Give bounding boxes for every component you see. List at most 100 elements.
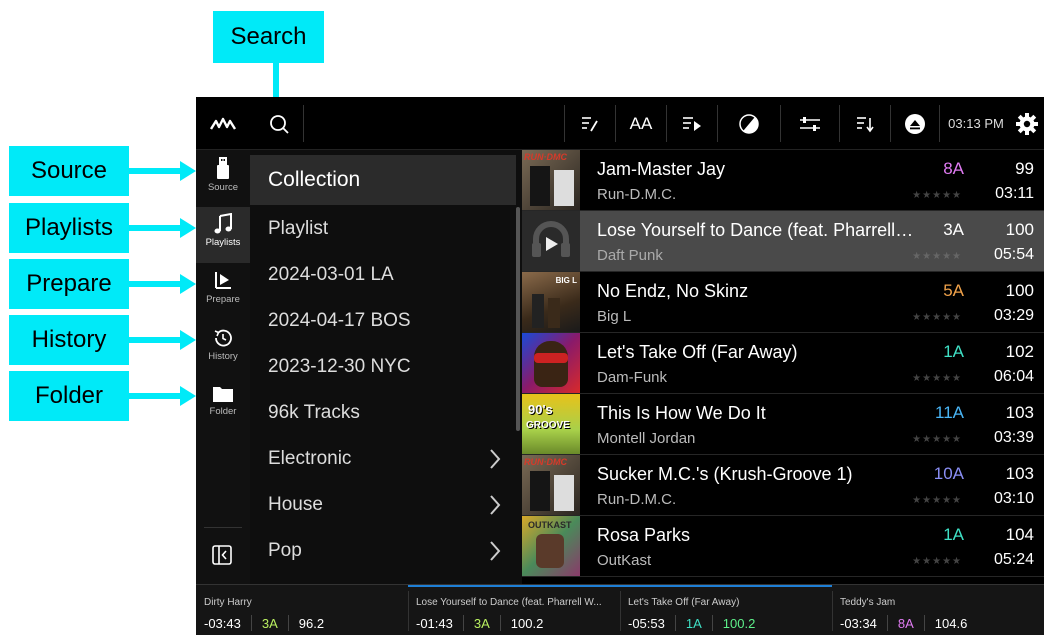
deck-track-name: Dirty Harry: [204, 597, 252, 608]
playlists-callout-arrow: [129, 225, 181, 231]
sidebar-item-source[interactable]: Source: [196, 150, 250, 206]
top-bar-divider: [939, 105, 940, 142]
gear-icon[interactable]: [1010, 97, 1044, 150]
deck-key: 3A: [473, 615, 490, 631]
list-item[interactable]: House: [250, 482, 516, 528]
top-bar-divider: [666, 105, 667, 142]
track-duration: 05:54: [993, 246, 1034, 263]
clock-time: 03:13 PM: [948, 116, 1004, 131]
track-duration: 05:24: [993, 551, 1034, 568]
sidebar-item-label: History: [208, 351, 238, 362]
track-rating[interactable]: ★★★★★: [912, 434, 962, 445]
list-item-collection[interactable]: Collection: [250, 155, 516, 205]
list-item[interactable]: 2023-12-30 NYC: [250, 344, 516, 390]
track-row[interactable]: OUTKAST Rosa Parks OutKast 1A ★★★★★ 104 …: [522, 516, 1044, 577]
play-queue-icon[interactable]: [670, 97, 714, 150]
track-rating[interactable]: ★★★★★: [912, 190, 962, 201]
font-size-button[interactable]: AA: [619, 97, 663, 150]
track-rating[interactable]: ★★★★★: [912, 556, 962, 567]
deck-time: -03:43: [204, 615, 241, 631]
list-item[interactable]: 2024-03-01 LA: [250, 252, 516, 298]
deck-3[interactable]: Let's Take Off (Far Away) -05:53 1A 100.…: [620, 585, 832, 635]
deck-divider: [674, 615, 676, 631]
sidebar-item-playlists[interactable]: Playlists: [196, 207, 250, 263]
album-art: OUTKAST: [522, 516, 580, 576]
list-scrollbar[interactable]: [516, 207, 520, 431]
deck-key: 3A: [261, 615, 278, 631]
album-art: RUN·DMC: [522, 150, 580, 210]
deck-divider: [462, 615, 464, 631]
collapse-panel-icon[interactable]: [211, 544, 235, 568]
top-bar: AA 03:13 PM: [196, 97, 1044, 150]
deck-track-name: Teddy's Jam: [840, 597, 896, 608]
track-row[interactable]: Lose Yourself to Dance (feat. Pharrell W…: [522, 211, 1044, 272]
folder-callout-arrowhead: [180, 386, 196, 406]
deck-info-row: -03:34 8A 104.6: [840, 615, 967, 631]
track-key: 10A: [933, 464, 964, 483]
eject-icon[interactable]: [894, 97, 936, 150]
list-item[interactable]: Playlist: [250, 206, 516, 252]
track-artist: Montell Jordan: [597, 430, 696, 447]
deck-bpm: 100.2: [510, 615, 544, 631]
playlists-callout-arrowhead: [180, 218, 196, 238]
track-bpm: 102: [1005, 342, 1034, 361]
deck-bpm: 100.2: [722, 615, 756, 631]
sliders-icon[interactable]: [784, 97, 836, 150]
track-duration: 03:11: [995, 185, 1034, 202]
color-filter-icon[interactable]: [721, 97, 777, 150]
sidebar-divider: [204, 527, 242, 528]
deck-track-name: Let's Take Off (Far Away): [628, 597, 740, 608]
sidebar-item-folder[interactable]: Folder: [196, 378, 250, 434]
deck-info-row: -01:43 3A 100.2: [416, 615, 543, 631]
sidebar: Source Playlists Prepare History Folder: [196, 150, 250, 584]
deck-divider: [886, 615, 888, 631]
track-artist: Big L: [597, 308, 632, 325]
track-row[interactable]: 90's GROOVE This Is How We Do It Montell…: [522, 394, 1044, 455]
deck-info-row: -05:53 1A 100.2: [628, 615, 755, 631]
track-row[interactable]: RUN·DMC Jam-Master Jay Run-D.M.C. 8A ★★★…: [522, 150, 1044, 211]
deck-bpm: 104.6: [934, 615, 968, 631]
sidebar-item-label: Prepare: [206, 294, 240, 305]
track-duration: 03:29: [993, 307, 1034, 324]
prepare-icon: [215, 272, 231, 289]
track-title: Lose Yourself to Dance (feat. Pharrell W…: [597, 220, 915, 240]
prepare-callout: Prepare: [9, 259, 129, 309]
edit-list-icon[interactable]: [568, 97, 612, 150]
sort-icon[interactable]: [843, 97, 887, 150]
track-rating[interactable]: ★★★★★: [912, 373, 962, 384]
deck-4[interactable]: Teddy's Jam -03:34 8A 104.6: [832, 585, 1044, 635]
track-key: 8A: [943, 159, 964, 178]
sidebar-item-prepare[interactable]: Prepare: [196, 264, 250, 320]
top-bar-divider: [303, 105, 304, 142]
sidebar-item-label: Playlists: [205, 237, 241, 248]
list-item-label: 2023-12-30 NYC: [268, 356, 411, 377]
track-title: Rosa Parks: [597, 525, 691, 545]
track-key: 11A: [935, 403, 964, 422]
track-duration: 03:10: [993, 490, 1034, 507]
list-item[interactable]: 2024-04-17 BOS: [250, 298, 516, 344]
deck-bpm: 96.2: [298, 615, 325, 631]
track-rating[interactable]: ★★★★★: [912, 312, 962, 323]
deck-time: -03:34: [840, 615, 877, 631]
track-row[interactable]: RUN·DMC Sucker M.C.'s (Krush-Groove 1) R…: [522, 455, 1044, 516]
list-item[interactable]: 96k Tracks: [250, 390, 516, 436]
waveform-logo-icon[interactable]: [196, 97, 250, 150]
track-row[interactable]: Let's Take Off (Far Away) Dam-Funk 1A ★★…: [522, 333, 1044, 394]
list-item-label: Pop: [268, 540, 302, 561]
deck-info-row: -03:43 3A 96.2: [204, 615, 324, 631]
track-bpm: 100: [1005, 281, 1034, 300]
track-row[interactable]: BIG L No Endz, No Skinz Big L 5A ★★★★★ 1…: [522, 272, 1044, 333]
sidebar-item-history[interactable]: History: [196, 321, 250, 377]
track-title: This Is How We Do It: [597, 403, 766, 423]
deck-1[interactable]: Dirty Harry -03:43 3A 96.2: [196, 585, 408, 635]
search-icon[interactable]: [258, 97, 300, 150]
track-duration: 06:04: [993, 368, 1034, 385]
track-rating[interactable]: ★★★★★: [912, 495, 962, 506]
device-screen: AA 03:13 PM Source Playlists Prepare His…: [196, 97, 1044, 635]
list-item[interactable]: Electronic: [250, 436, 516, 482]
list-item-label: Collection: [268, 168, 361, 191]
deck-2[interactable]: Lose Yourself to Dance (feat. Pharrell W…: [408, 585, 620, 635]
prepare-callout-arrowhead: [180, 274, 196, 294]
list-item[interactable]: Pop: [250, 528, 516, 574]
track-rating[interactable]: ★★★★★: [912, 251, 962, 262]
